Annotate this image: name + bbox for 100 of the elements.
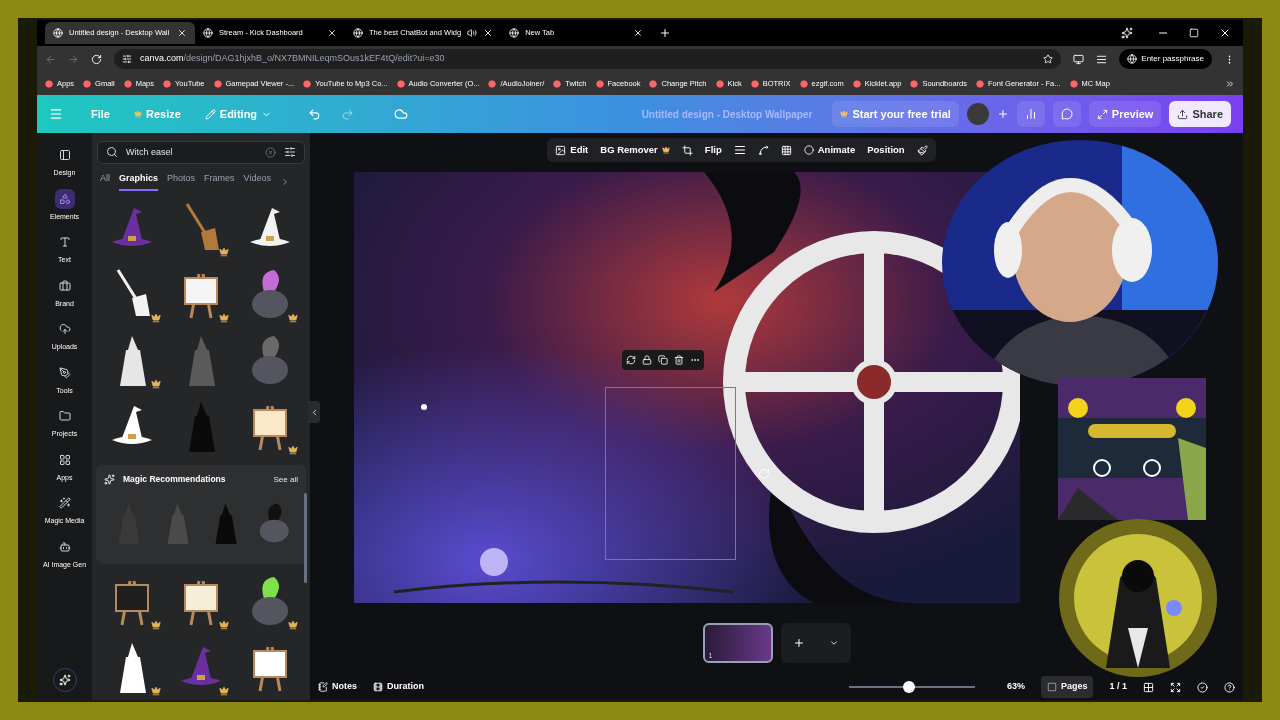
paint-roller-icon[interactable] bbox=[916, 144, 928, 156]
filter-tab[interactable]: All bbox=[100, 171, 110, 192]
refresh-icon[interactable] bbox=[625, 355, 636, 365]
plus-icon bbox=[792, 637, 805, 649]
fullscreen-icon[interactable] bbox=[1170, 681, 1181, 693]
rail-icon bbox=[58, 149, 71, 161]
filter-tab[interactable]: Photos bbox=[167, 171, 196, 192]
crown-icon bbox=[219, 686, 230, 696]
crown-icon bbox=[150, 313, 161, 324]
search-icon bbox=[106, 146, 118, 159]
maximize-icon[interactable] bbox=[1189, 28, 1199, 38]
scrollbar[interactable] bbox=[304, 493, 307, 583]
search-field[interactable]: Witch easel bbox=[97, 141, 305, 164]
zoom-slider[interactable] bbox=[848, 681, 975, 693]
notes-icon bbox=[318, 682, 328, 692]
filter-tab[interactable]: Videos bbox=[243, 171, 271, 192]
delete-icon[interactable] bbox=[673, 355, 684, 365]
close-icon[interactable] bbox=[633, 28, 644, 38]
rail-icon bbox=[58, 279, 71, 292]
crown-icon bbox=[219, 620, 230, 630]
sparkle-icon bbox=[104, 474, 115, 486]
crop-icon[interactable] bbox=[681, 144, 693, 156]
pages-button[interactable]: Pages bbox=[1040, 676, 1094, 698]
site-icon bbox=[553, 79, 562, 88]
site-icon bbox=[910, 79, 919, 88]
pencil-icon bbox=[204, 108, 216, 120]
clear-icon[interactable] bbox=[265, 146, 276, 158]
rotate-handle-icon[interactable] bbox=[757, 468, 770, 480]
close-icon[interactable] bbox=[1219, 27, 1231, 39]
site-icon bbox=[45, 79, 53, 88]
rail-icon bbox=[58, 192, 71, 205]
corner-icon[interactable] bbox=[757, 144, 769, 156]
edit-button[interactable]: Edit bbox=[555, 142, 589, 158]
comment-button[interactable] bbox=[1052, 101, 1081, 127]
filter-tab[interactable]: Frames bbox=[204, 171, 235, 192]
site-icon bbox=[303, 79, 312, 88]
url-text: canva.com/design/DAG1hjxhB_o/NX7BMNILeqmSOus1kEF4tQ/edit?ui=e30 bbox=[140, 52, 445, 66]
bookmark-star-icon[interactable] bbox=[1043, 54, 1054, 64]
close-icon[interactable] bbox=[327, 28, 337, 38]
grid-view-icon[interactable] bbox=[1143, 681, 1154, 693]
cloud-icon[interactable] bbox=[394, 107, 409, 121]
crown-icon bbox=[661, 146, 670, 154]
flip-button[interactable]: Flip bbox=[704, 142, 722, 158]
site-icon bbox=[750, 79, 759, 88]
copy-icon[interactable] bbox=[657, 355, 668, 365]
rail-icon bbox=[58, 236, 71, 248]
crown-icon bbox=[150, 379, 161, 390]
media-icon[interactable] bbox=[1096, 53, 1108, 65]
crown-icon bbox=[150, 686, 161, 696]
crown-icon bbox=[219, 313, 230, 324]
preview-button[interactable]: Preview bbox=[1088, 101, 1162, 127]
position-button[interactable]: Position bbox=[867, 142, 905, 158]
bg-remover-button[interactable]: BG Remover bbox=[600, 142, 670, 158]
site-icon bbox=[595, 79, 604, 88]
site-icon bbox=[123, 79, 132, 88]
animate-icon bbox=[803, 145, 814, 155]
new-tab-icon[interactable] bbox=[659, 27, 672, 39]
duration-button[interactable]: Duration bbox=[373, 680, 424, 694]
help-icon[interactable] bbox=[1224, 681, 1235, 693]
notes-button[interactable]: Notes bbox=[318, 680, 357, 694]
reload-icon[interactable] bbox=[91, 53, 102, 65]
animate-button[interactable]: Animate bbox=[803, 142, 856, 158]
forward-icon[interactable] bbox=[68, 53, 79, 65]
add-icon[interactable] bbox=[996, 108, 1009, 120]
pages-icon bbox=[1046, 682, 1057, 692]
filter-tab[interactable]: Graphics bbox=[119, 171, 159, 192]
site-icon bbox=[163, 79, 172, 88]
see-all-link[interactable]: See all bbox=[273, 473, 298, 486]
rail-icon bbox=[58, 366, 71, 379]
selection-box[interactable] bbox=[604, 387, 736, 560]
rail-icon bbox=[58, 497, 71, 509]
border-style-icon[interactable] bbox=[733, 144, 746, 156]
zoom-value: 63% bbox=[1006, 680, 1025, 694]
site-icon bbox=[976, 79, 984, 88]
close-icon[interactable] bbox=[177, 28, 187, 38]
site-icon bbox=[83, 79, 92, 88]
back-icon[interactable] bbox=[45, 53, 56, 65]
lock-icon[interactable] bbox=[641, 355, 652, 365]
site-icon bbox=[353, 28, 363, 38]
rail-icon bbox=[58, 410, 71, 422]
crown-icon bbox=[133, 110, 142, 118]
more-bookmarks-icon[interactable] bbox=[1225, 78, 1235, 89]
page-count: 1 / 1 bbox=[1109, 680, 1127, 694]
free-trial-button[interactable]: Start your free trial bbox=[832, 101, 959, 127]
zoom-thumb[interactable] bbox=[903, 681, 916, 693]
filter-icon[interactable] bbox=[284, 146, 296, 159]
share-button[interactable]: Share bbox=[1169, 101, 1231, 127]
share-icon bbox=[1177, 108, 1189, 120]
sparkle-icon[interactable] bbox=[1121, 27, 1133, 39]
check-icon[interactable] bbox=[1197, 681, 1208, 693]
crown-icon bbox=[288, 445, 298, 456]
crown-icon bbox=[288, 620, 298, 630]
cast-icon[interactable] bbox=[1073, 53, 1085, 65]
avatar[interactable] bbox=[966, 103, 989, 125]
passphrase-button[interactable]: Enter passphrase bbox=[1119, 49, 1212, 69]
transparency-icon[interactable] bbox=[780, 144, 792, 156]
close-icon[interactable] bbox=[483, 28, 494, 38]
site-settings-icon[interactable] bbox=[122, 54, 132, 64]
timer-icon bbox=[373, 682, 383, 692]
address-field[interactable]: canva.com/design/DAG1hjxhB_o/NX7BMNILeqmSOus1kEF4tQ/edit?ui=e30 bbox=[114, 49, 1062, 69]
